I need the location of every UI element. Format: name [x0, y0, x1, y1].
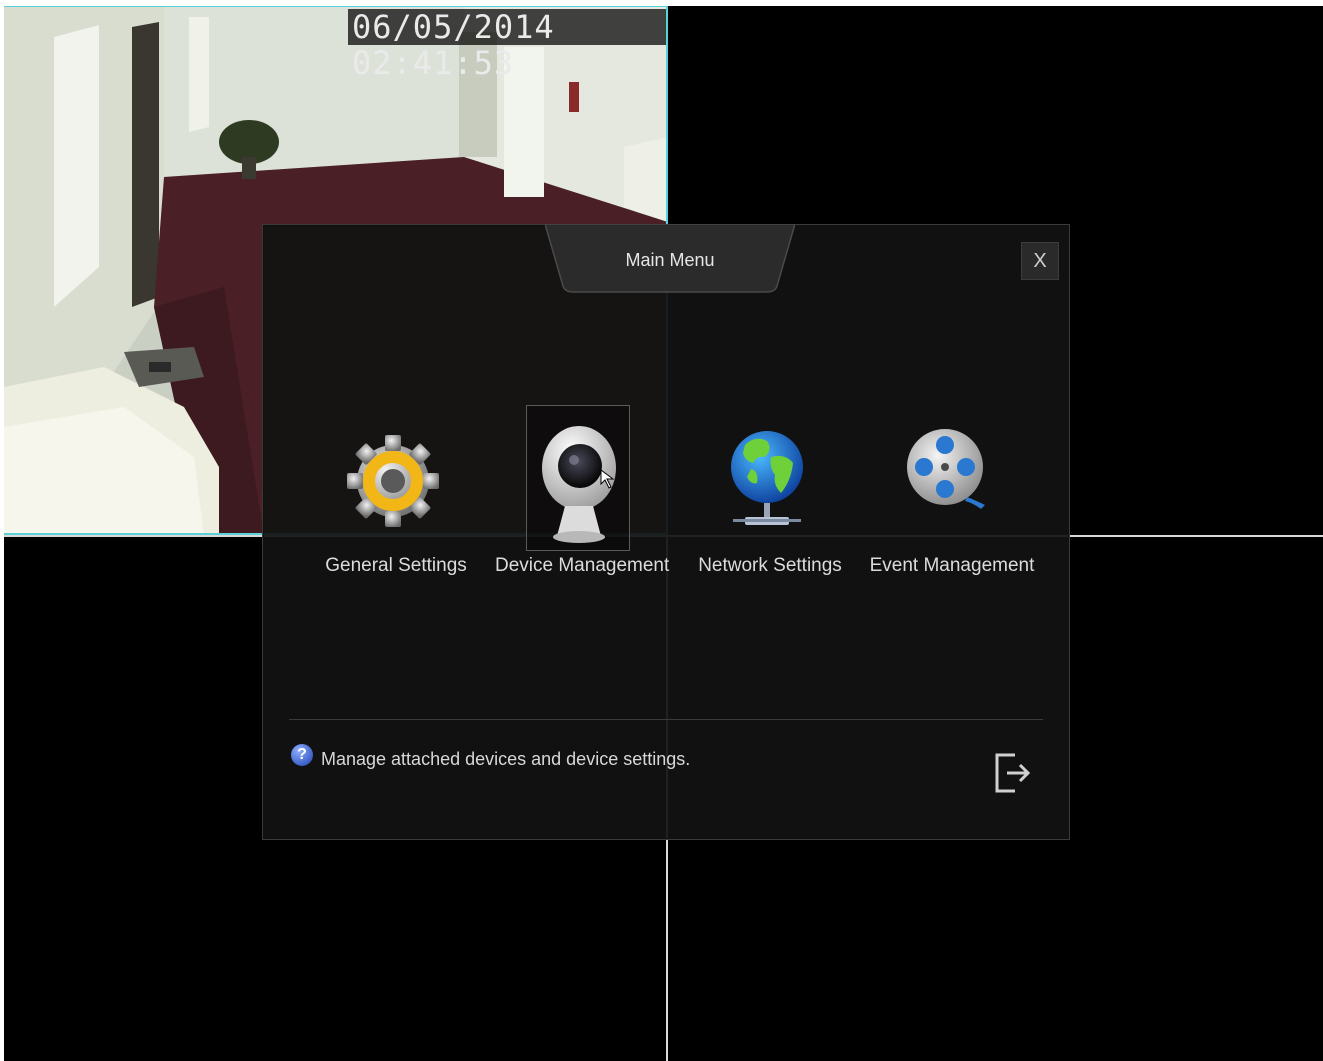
device-management-button[interactable]	[526, 405, 630, 551]
menu-label-network-settings: Network Settings	[698, 555, 842, 576]
logout-button[interactable]	[993, 751, 1033, 795]
dialog-title-tab: Main Menu	[545, 224, 795, 294]
menu-label-general-settings: General Settings	[325, 555, 467, 576]
logout-icon	[995, 753, 1031, 793]
help-text: Manage attached devices and device setti…	[321, 749, 691, 769]
event-management-button[interactable]	[893, 405, 997, 551]
gear-icon	[347, 435, 439, 527]
film-reel-icon	[907, 429, 985, 509]
timestamp-overlay: 06/05/2014 02:41:53	[348, 9, 666, 81]
globe-network-icon	[731, 431, 803, 525]
main-menu-dialog: Main Menu X General Settings Device Mana…	[262, 224, 1070, 840]
dialog-title: Main Menu	[625, 250, 715, 270]
dialog-divider	[289, 719, 1043, 720]
menu-label-device-management: Device Management	[495, 555, 670, 576]
webcam-icon	[542, 426, 616, 543]
menu-label-event-management: Event Management	[869, 555, 1035, 576]
network-settings-button[interactable]	[715, 405, 819, 551]
close-button[interactable]: X	[1021, 242, 1059, 280]
help-icon: ?	[291, 744, 313, 766]
general-settings-button[interactable]	[341, 405, 445, 551]
